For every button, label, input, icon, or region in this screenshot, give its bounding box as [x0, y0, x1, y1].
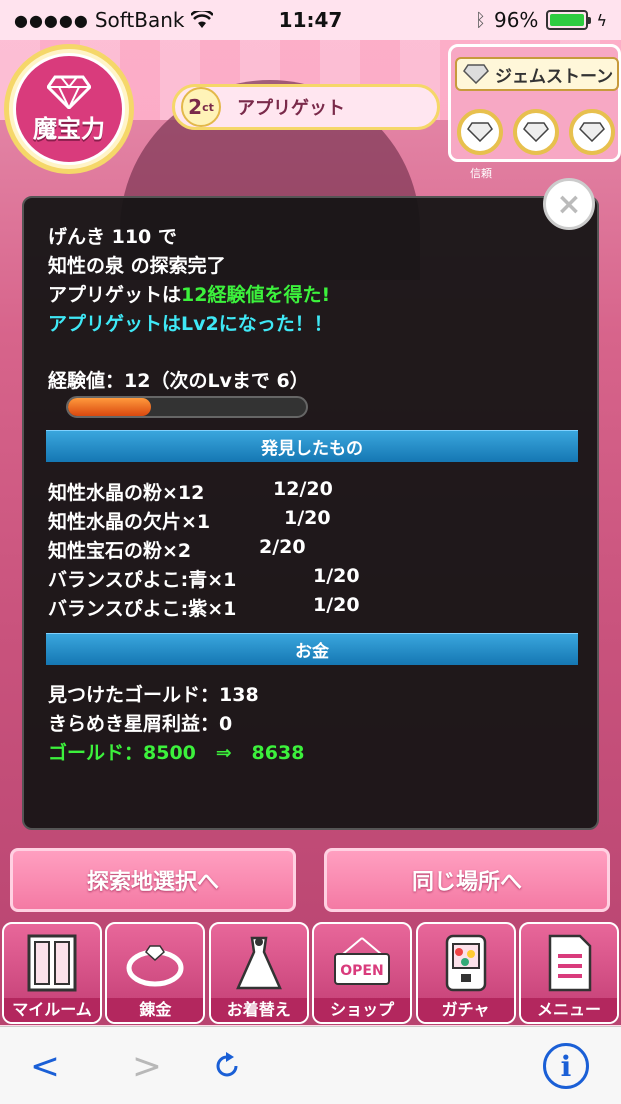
shop-icon: OPEN — [334, 937, 391, 985]
dress-icon — [235, 936, 282, 990]
nav-label: メニュー — [520, 998, 617, 1022]
browser-toolbar: < > i — [0, 1026, 621, 1104]
forward-button[interactable]: > — [122, 1041, 172, 1091]
mahouryoku-badge[interactable]: 魔宝力 — [4, 44, 134, 174]
nav-label: マイルーム — [4, 998, 100, 1022]
gold-after: 8638 — [251, 742, 305, 764]
nav-label: ガチャ — [417, 998, 514, 1022]
battery-percent: 96% — [493, 8, 539, 32]
same-location-button[interactable]: 同じ場所へ — [324, 848, 610, 912]
exp-gain-line: アプリゲットは12経験値を得た! — [48, 280, 330, 307]
gemstone-panel[interactable]: ジェムストーン — [448, 44, 621, 162]
ring-icon — [126, 945, 184, 987]
found-item-row: 知性水晶の欠片×1 1/20 — [48, 507, 331, 534]
level-circle: 2 ct — [181, 87, 221, 127]
arrow-icon: ⇒ — [215, 742, 232, 764]
bluetooth-icon: ᛒ — [475, 9, 486, 31]
close-icon: × — [556, 186, 582, 222]
found-items-header: 発見したもの — [46, 430, 578, 462]
found-item-name: バランスぴよこ:青×1 — [48, 569, 237, 591]
battery-icon — [546, 10, 592, 30]
nav-gacha[interactable]: ガチャ — [415, 922, 516, 1024]
found-item-count: 1/20 — [313, 565, 360, 587]
gem-icon — [579, 122, 605, 142]
found-item-row: 知性宝石の粉×2 2/20 — [48, 536, 306, 563]
gem-icon — [467, 122, 493, 142]
gold-before: ゴールド：8500 — [48, 742, 196, 764]
gold-total-line: ゴールド：8500 ⇒ 8638 — [48, 738, 304, 765]
chevron-right-icon: > — [131, 1045, 163, 1087]
kirameki-line: きらめき星屑利益：0 — [48, 713, 233, 735]
nav-label: お着替え — [210, 998, 307, 1022]
gacha-icon — [445, 934, 486, 992]
info-button[interactable]: i — [543, 1043, 589, 1089]
character-level-badge: 2 ct アプリゲット — [172, 84, 440, 130]
mahouryoku-label: 魔宝力 — [33, 114, 105, 143]
found-item-row: バランスぴよこ:紫×1 1/20 — [48, 594, 360, 621]
exp-gain-highlight: 12経験値を得た! — [181, 284, 331, 306]
signal-icon: ●●●●● — [14, 10, 89, 30]
found-item-row: バランスぴよこ:青×1 1/20 — [48, 565, 360, 592]
found-item-name: 知性水晶の欠片×1 — [48, 511, 211, 533]
gem-icon — [523, 122, 549, 142]
found-item-name: 知性水晶の粉×12 — [48, 482, 205, 504]
select-location-button[interactable]: 探索地選択へ — [10, 848, 296, 912]
chevron-left-icon: < — [29, 1045, 61, 1087]
nav-alchemy[interactable]: 錬金 — [105, 922, 206, 1024]
found-item-name: バランスぴよこ:紫×1 — [48, 598, 237, 620]
level-unit: ct — [202, 100, 214, 114]
menu-doc-icon — [548, 934, 592, 992]
gold-found-line: 見つけたゴールド：138 — [48, 684, 259, 706]
exp-status: 経験値：12（次のLvまで 6） — [48, 370, 309, 392]
found-item-count: 1/20 — [313, 594, 360, 616]
gemstone-label: ジェムストーン — [495, 66, 614, 87]
info-icon: i — [560, 1049, 572, 1083]
exp-gain-prefix: アプリゲットは — [48, 284, 182, 306]
gemstone-title: ジェムストーン — [455, 57, 619, 91]
diamond-icon — [47, 75, 91, 109]
nav-label: ショップ — [314, 998, 411, 1022]
reload-button[interactable] — [202, 1041, 252, 1091]
wifi-icon — [190, 11, 213, 28]
shop-sign-text: OPEN — [340, 963, 383, 979]
character-name: アプリゲット — [237, 98, 345, 119]
found-item-count: 2/20 — [259, 536, 306, 558]
nav-my-room[interactable]: マイルーム — [2, 922, 102, 1024]
found-item-row: 知性水晶の粉×12 12/20 — [48, 478, 333, 505]
exp-progress-bar — [66, 396, 308, 418]
gem-slot-3[interactable] — [569, 109, 615, 155]
nav-label: 錬金 — [107, 998, 204, 1022]
money-header: お金 — [46, 633, 578, 665]
back-button[interactable]: < — [20, 1041, 70, 1091]
exploration-result-dialog: げんき 110 で 知性の泉 の探索完了 アプリゲットは12経験値を得た! アプ… — [22, 196, 599, 830]
nav-menu[interactable]: メニュー — [518, 922, 619, 1024]
found-item-count: 1/20 — [284, 507, 331, 529]
nav-dress-up[interactable]: お着替え — [208, 922, 309, 1024]
reload-icon — [216, 1052, 238, 1077]
exp-progress-fill — [68, 398, 152, 416]
charging-icon: ϟ — [596, 10, 607, 30]
found-item-name: 知性宝石の粉×2 — [48, 540, 192, 562]
nav-shop[interactable]: OPEN ショップ — [312, 922, 413, 1024]
found-item-count: 12/20 — [273, 478, 333, 500]
close-button[interactable]: × — [543, 178, 595, 230]
level-up-line: アプリゲットはLv2になった！！ — [48, 313, 333, 335]
trust-label: 信頼 — [470, 167, 492, 180]
gem-icon — [463, 64, 489, 84]
gem-slot-2[interactable] — [513, 109, 559, 155]
stamina-line: げんき 110 で — [48, 226, 177, 248]
bottom-navigation: マイルーム 錬金 お着替え OPEN ショップ ガチャ メニュー — [0, 922, 621, 1026]
gem-slot-1[interactable] — [457, 109, 503, 155]
carrier-name: SoftBank — [94, 8, 185, 32]
room-icon — [27, 934, 77, 992]
status-bar: ●●●●● SoftBank 11:47 ᛒ 96% ϟ — [0, 0, 621, 40]
exploration-complete-line: 知性の泉 の探索完了 — [48, 255, 226, 277]
clock: 11:47 — [278, 8, 343, 32]
level-value: 2 — [188, 95, 203, 119]
